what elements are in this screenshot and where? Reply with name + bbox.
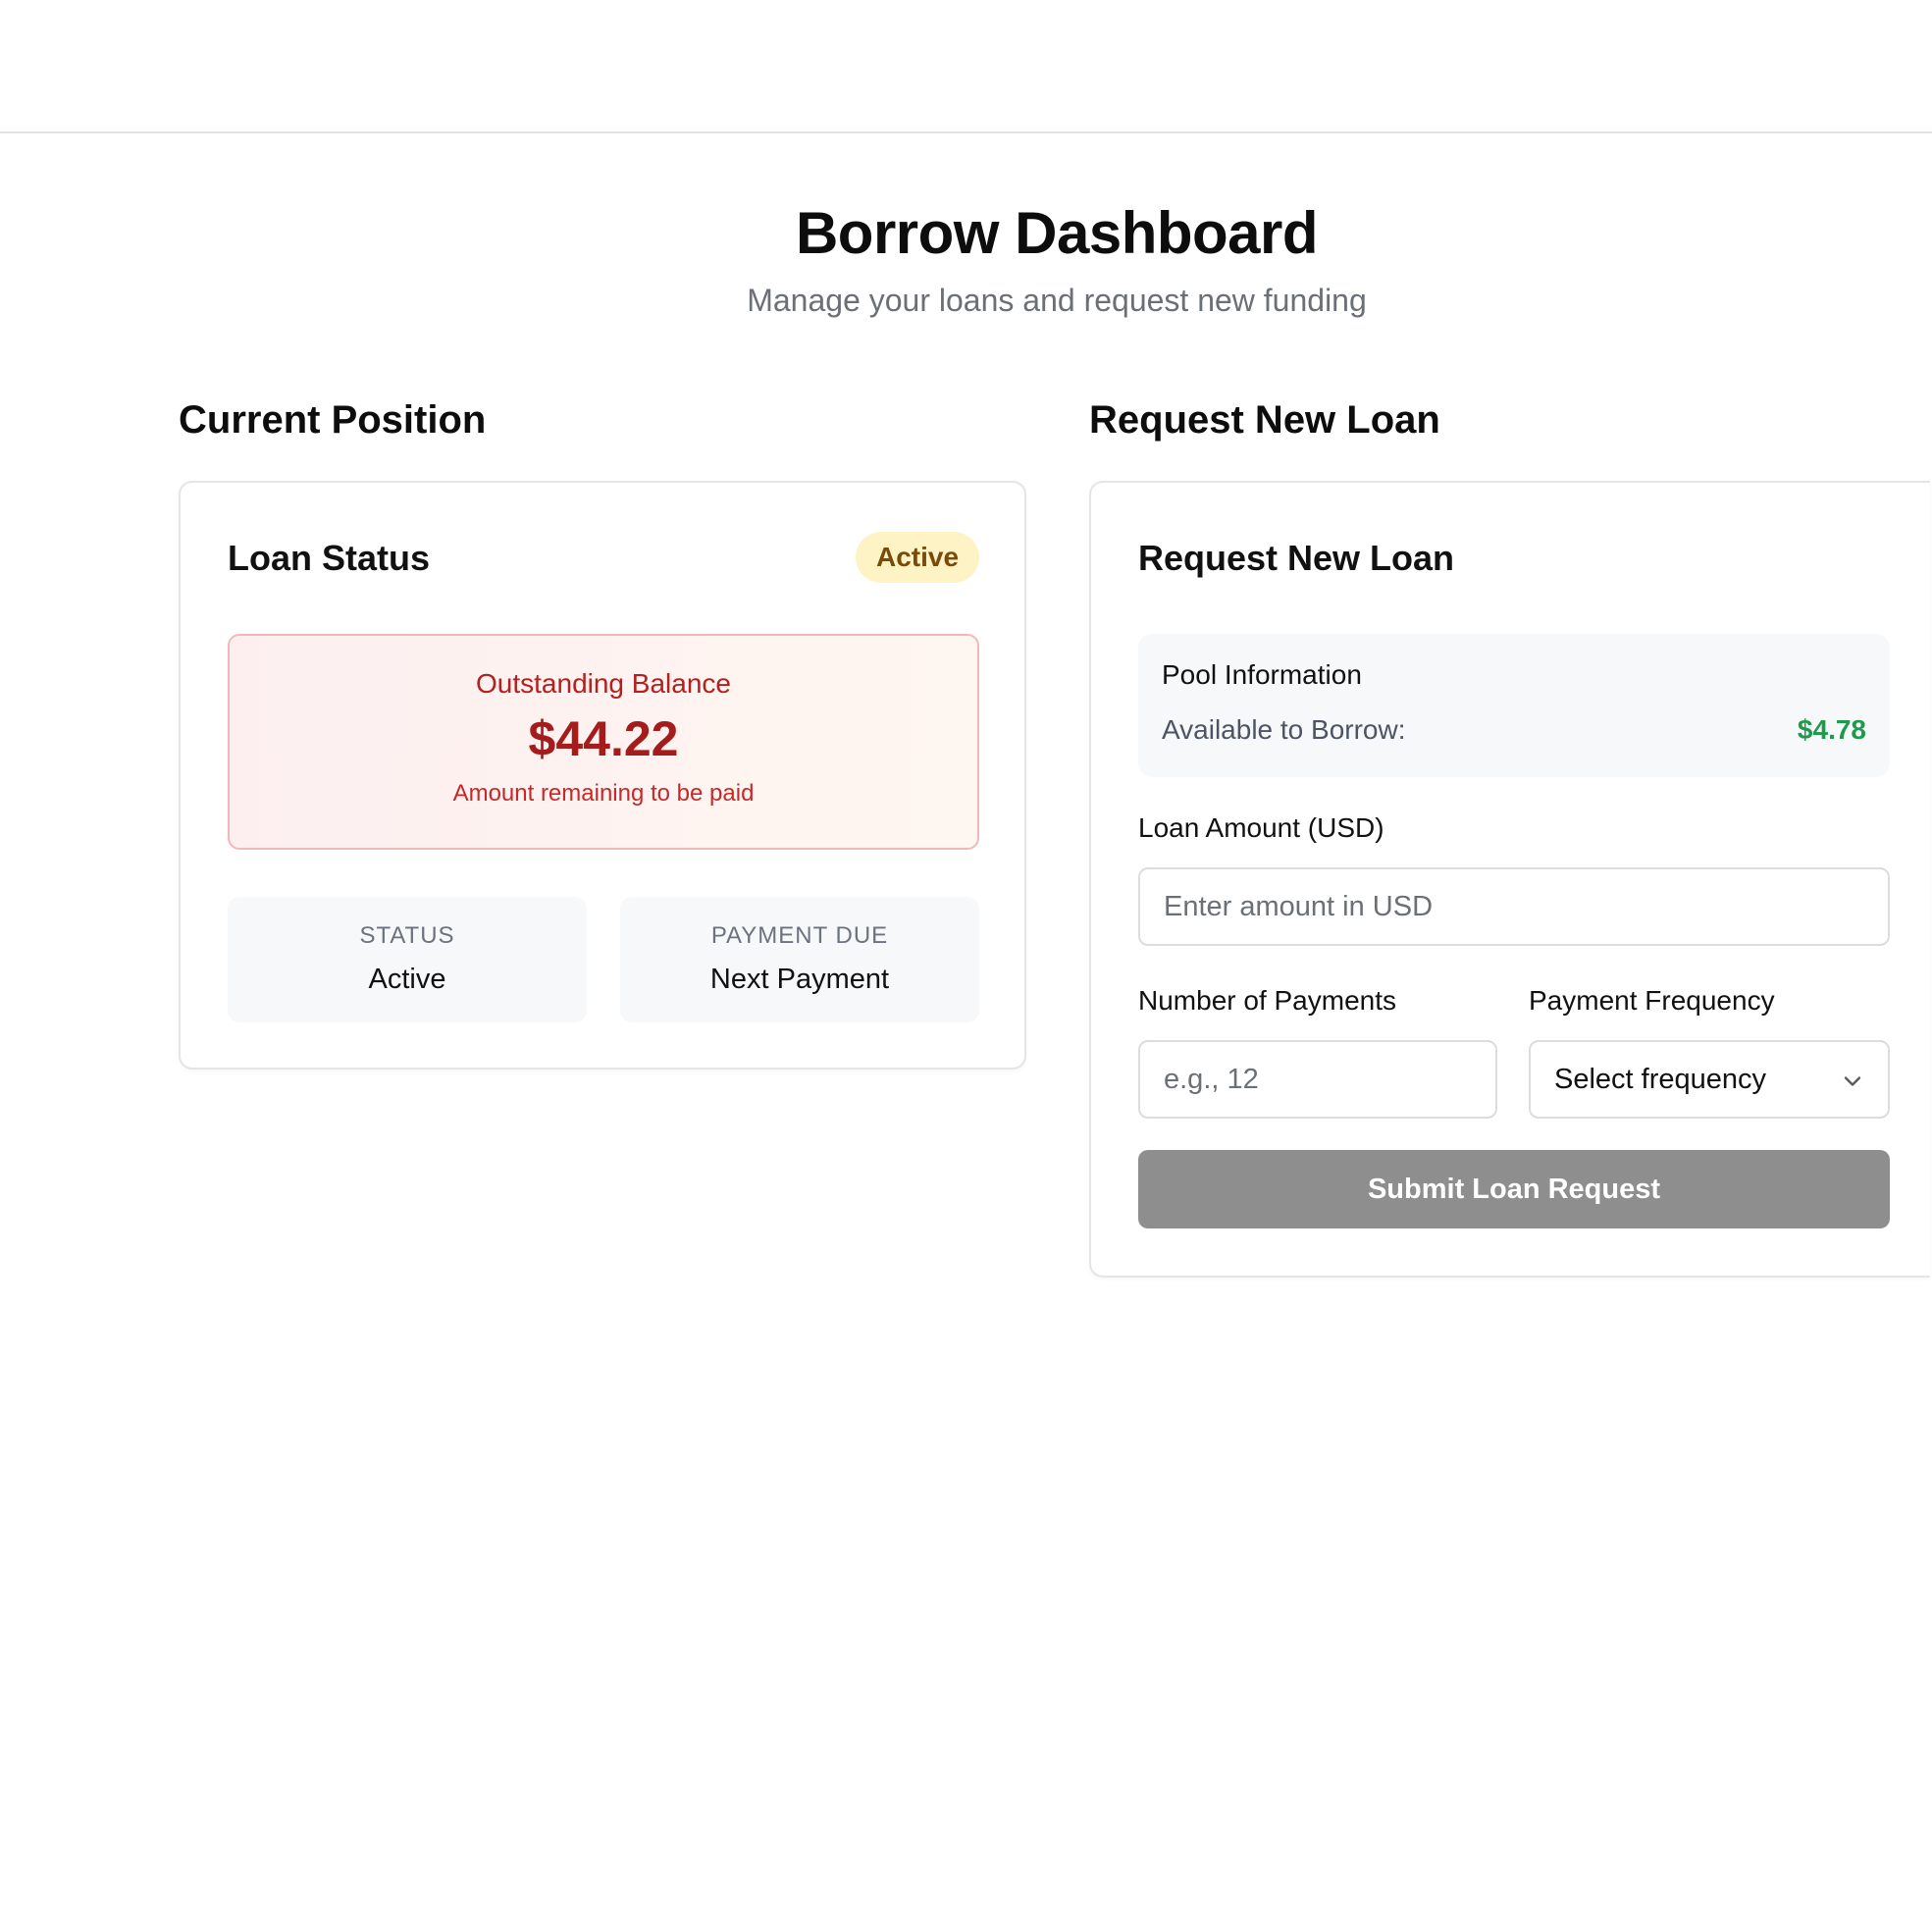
loan-amount-input[interactable] <box>1138 867 1890 946</box>
request-loan-card: Request New Loan Pool Information Availa… <box>1089 481 1930 1278</box>
balance-value: $44.22 <box>528 711 679 766</box>
page-header: Borrow Dashboard Manage your loans and r… <box>0 196 1932 322</box>
payment-frequency-label: Payment Frequency <box>1529 985 1775 1016</box>
top-nav-bar <box>0 0 1932 133</box>
page-subtitle: Manage your loans and request new fundin… <box>747 283 1367 318</box>
stat-label: PAYMENT DUE <box>710 922 889 949</box>
payment-due-stat: PAYMENT DUE Next Payment <box>620 897 979 1022</box>
request-loan-card-title: Request New Loan <box>1138 538 1455 578</box>
num-payments-label: Number of Payments <box>1138 985 1396 1016</box>
balance-label: Outstanding Balance <box>476 668 731 699</box>
payment-frequency-value: Select frequency <box>1554 1063 1767 1095</box>
status-badge: Active <box>856 532 979 583</box>
page-title: Borrow Dashboard <box>795 200 1319 266</box>
outstanding-balance-box: Outstanding Balance $44.22 Amount remain… <box>228 634 979 850</box>
request-loan-heading: Request New Loan <box>1089 398 1440 442</box>
balance-note: Amount remaining to be paid <box>452 780 755 807</box>
stat-value: Next Payment <box>709 964 890 995</box>
current-position-heading: Current Position <box>179 398 487 442</box>
chevron-down-icon <box>1844 1076 1861 1086</box>
payment-frequency-select[interactable]: Select frequency <box>1529 1040 1890 1119</box>
loan-status-card: Loan Status Active Outstanding Balance $… <box>179 481 1026 1070</box>
submit-loan-request-button[interactable]: Submit Loan Request <box>1138 1150 1890 1228</box>
loan-status-title: Loan Status <box>228 538 431 578</box>
num-payments-input[interactable] <box>1138 1040 1497 1119</box>
stat-label: STATUS <box>359 922 455 949</box>
stat-value: Active <box>368 964 446 995</box>
pool-information-box: Pool Information Available to Borrow: $4… <box>1138 634 1890 777</box>
available-value: $4.78 <box>1797 714 1866 745</box>
loan-amount-label: Loan Amount (USD) <box>1138 812 1384 843</box>
available-label: Available to Borrow: <box>1162 714 1406 745</box>
pool-title: Pool Information <box>1162 659 1362 690</box>
status-stat: STATUS Active <box>228 897 587 1022</box>
